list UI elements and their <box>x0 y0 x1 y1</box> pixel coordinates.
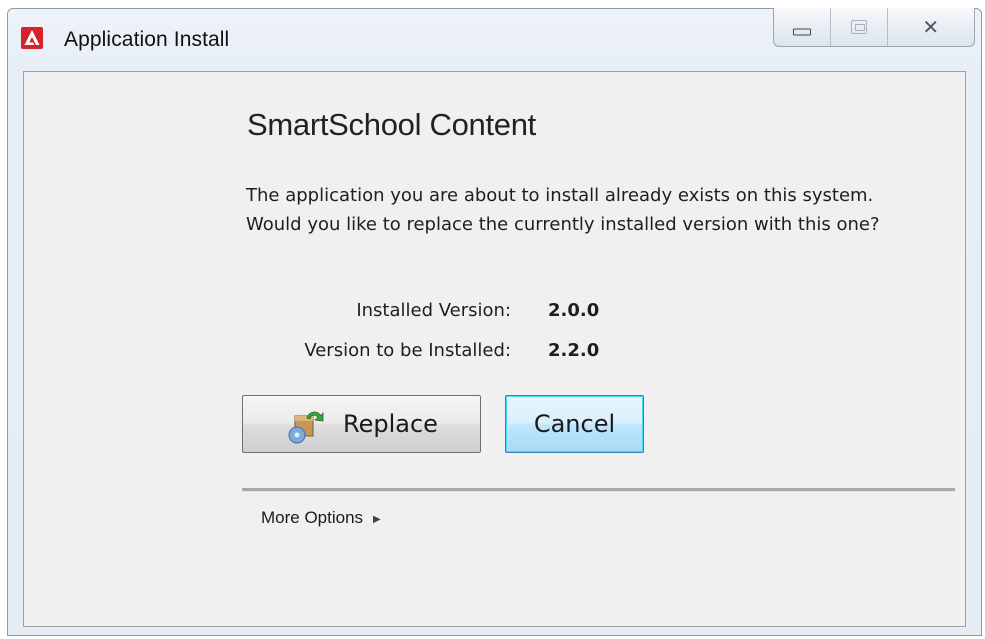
separator-line <box>242 488 955 492</box>
installed-version-value: 2.0.0 <box>548 300 600 321</box>
installed-version-row: Installed Version: 2.0.0 <box>246 300 646 326</box>
replace-button-label: Replace <box>343 410 438 438</box>
new-version-row: Version to be Installed: 2.2.0 <box>246 340 646 366</box>
new-version-label: Version to be Installed: <box>304 340 511 361</box>
application-install-window: Application Install ✕ SmartSchool Conten… <box>7 8 982 636</box>
expand-arrow-icon: ▶ <box>373 514 381 525</box>
minimize-icon <box>792 28 811 36</box>
replace-button[interactable]: Replace <box>242 395 481 453</box>
more-options-toggle[interactable]: More Options ▶ <box>261 508 381 528</box>
replace-package-icon <box>288 411 324 444</box>
close-button[interactable]: ✕ <box>888 8 974 46</box>
title-bar[interactable]: Application Install ✕ <box>8 8 981 71</box>
replace-prompt-message: The application you are about to install… <box>246 185 880 235</box>
cancel-button-label: Cancel <box>533 410 616 438</box>
close-icon: ✕ <box>922 15 940 39</box>
window-controls: ✕ <box>773 8 975 47</box>
application-heading: SmartSchool Content <box>247 107 536 142</box>
adobe-air-icon <box>21 27 43 49</box>
cancel-button[interactable]: Cancel <box>505 395 644 453</box>
maximize-icon <box>850 20 867 34</box>
window-title: Application Install <box>64 28 230 51</box>
new-version-value: 2.2.0 <box>548 340 600 361</box>
more-options-label: More Options <box>261 508 364 527</box>
minimize-button[interactable] <box>774 8 831 46</box>
installed-version-label: Installed Version: <box>356 300 511 321</box>
maximize-button[interactable] <box>831 8 888 46</box>
dialog-content: SmartSchool Content The application you … <box>23 71 966 627</box>
